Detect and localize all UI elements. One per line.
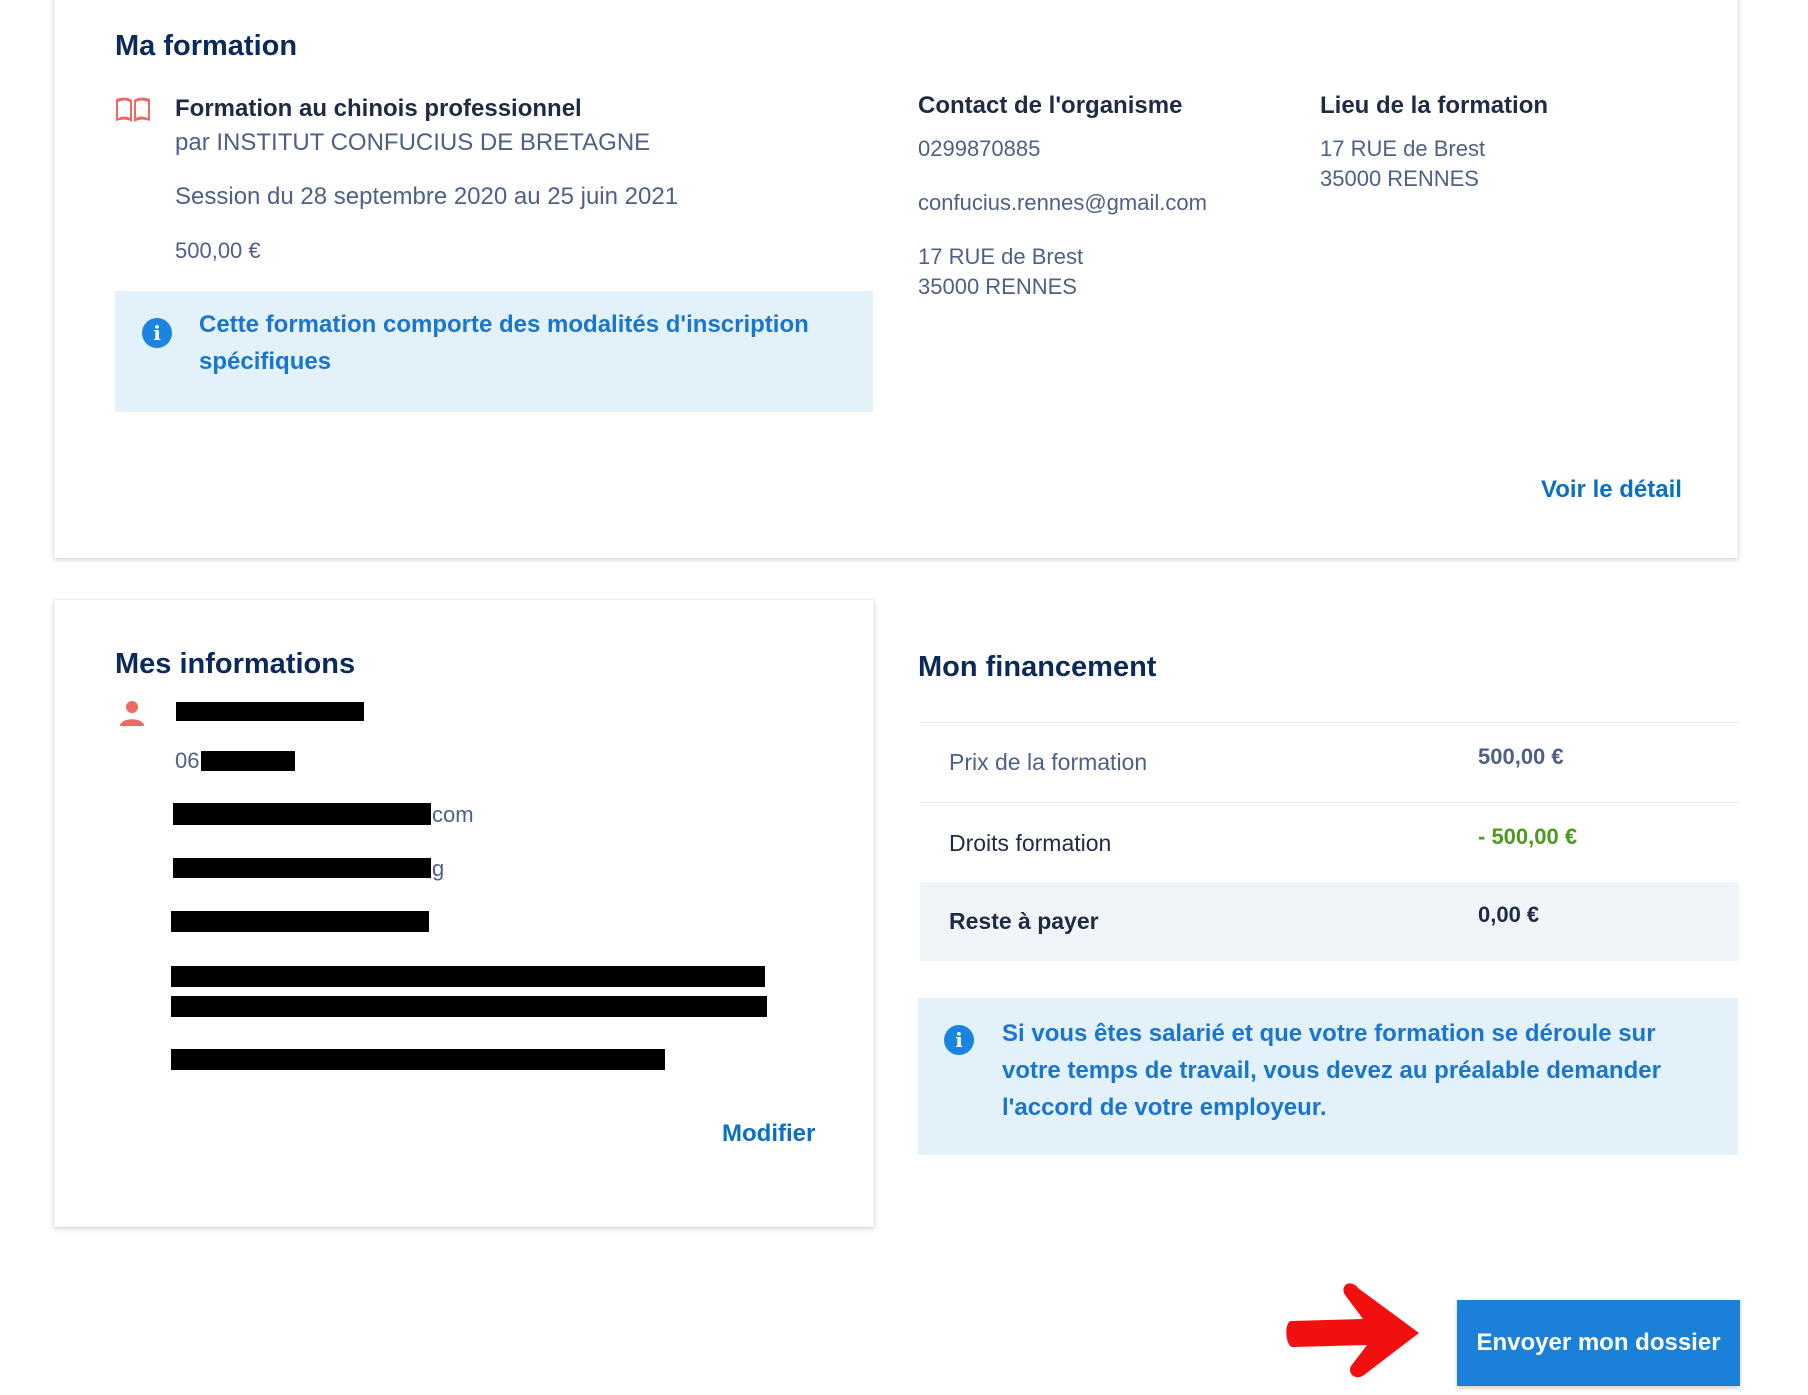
contact-address-line2: 35000 RENNES: [918, 274, 1077, 299]
contact-phone[interactable]: 0299870885: [918, 136, 1040, 162]
send-file-button[interactable]: Envoyer mon dossier: [1457, 1300, 1740, 1386]
redacted-phone: [201, 751, 295, 771]
info-icon: i: [944, 1025, 974, 1055]
location-heading: Lieu de la formation: [1320, 92, 1549, 119]
phone-prefix: 06: [175, 748, 200, 773]
info-icon: i: [142, 318, 172, 348]
inscription-notice-text: Cette formation comporte des modalités d…: [199, 311, 809, 375]
financing-section-title: Mon financement: [918, 651, 1157, 683]
financing-row-value: 500,00 €: [1478, 744, 1564, 769]
course-session: Session du 28 septembre 2020 au 25 juin …: [175, 183, 679, 210]
financing-row-label: Droits formation: [949, 830, 1112, 856]
financing-row-value: - 500,00 €: [1478, 824, 1578, 849]
contact-email[interactable]: confucius.rennes@gmail.com: [918, 190, 1207, 216]
financing-row-price: Prix de la formation 500,00 €: [920, 723, 1739, 802]
redacted-line-5a: [171, 966, 765, 987]
redacted-line-6: [171, 1049, 665, 1070]
financing-row-label: Reste à payer: [949, 908, 1099, 934]
redacted-line-4: [171, 911, 429, 932]
formation-card: [54, 0, 1738, 558]
formation-section-title: Ma formation: [115, 30, 298, 62]
redacted-name: [176, 702, 364, 721]
employer-notice: i Si vous êtes salarié et que votre form…: [918, 998, 1738, 1155]
infos-section-title: Mes informations: [115, 648, 356, 680]
line3-suffix: g: [432, 856, 445, 881]
location-address-line2: 35000 RENNES: [1320, 166, 1479, 191]
redacted-line-5b: [171, 996, 767, 1017]
financing-row-value: 0,00 €: [1478, 902, 1540, 927]
course-price: 500,00 €: [175, 238, 261, 263]
financing-row-label: Prix de la formation: [949, 749, 1148, 775]
email-suffix: com: [432, 802, 474, 827]
course-provider: par INSTITUT CONFUCIUS DE BRETAGNE: [175, 129, 651, 156]
view-detail-link[interactable]: Voir le détail: [1541, 476, 1682, 504]
modify-button[interactable]: Modifier: [722, 1120, 815, 1148]
arrow-right-icon: [1286, 1283, 1419, 1378]
redacted-email: [173, 803, 431, 825]
location-address-line1: 17 RUE de Brest: [1320, 136, 1486, 161]
inscription-notice: i Cette formation comporte des modalités…: [115, 291, 873, 412]
financing-row-remaining: Reste à payer 0,00 €: [920, 882, 1739, 961]
contact-heading: Contact de l'organisme: [918, 92, 1183, 119]
person-icon: [120, 701, 144, 726]
contact-address-line1: 17 RUE de Brest: [918, 244, 1084, 269]
course-title: Formation au chinois professionnel: [175, 95, 582, 122]
book-icon: [116, 97, 150, 122]
financing-row-rights: Droits formation - 500,00 €: [920, 803, 1739, 882]
redacted-line-3: [173, 858, 431, 878]
employer-notice-text: Si vous êtes salarié et que votre format…: [1002, 1020, 1661, 1121]
